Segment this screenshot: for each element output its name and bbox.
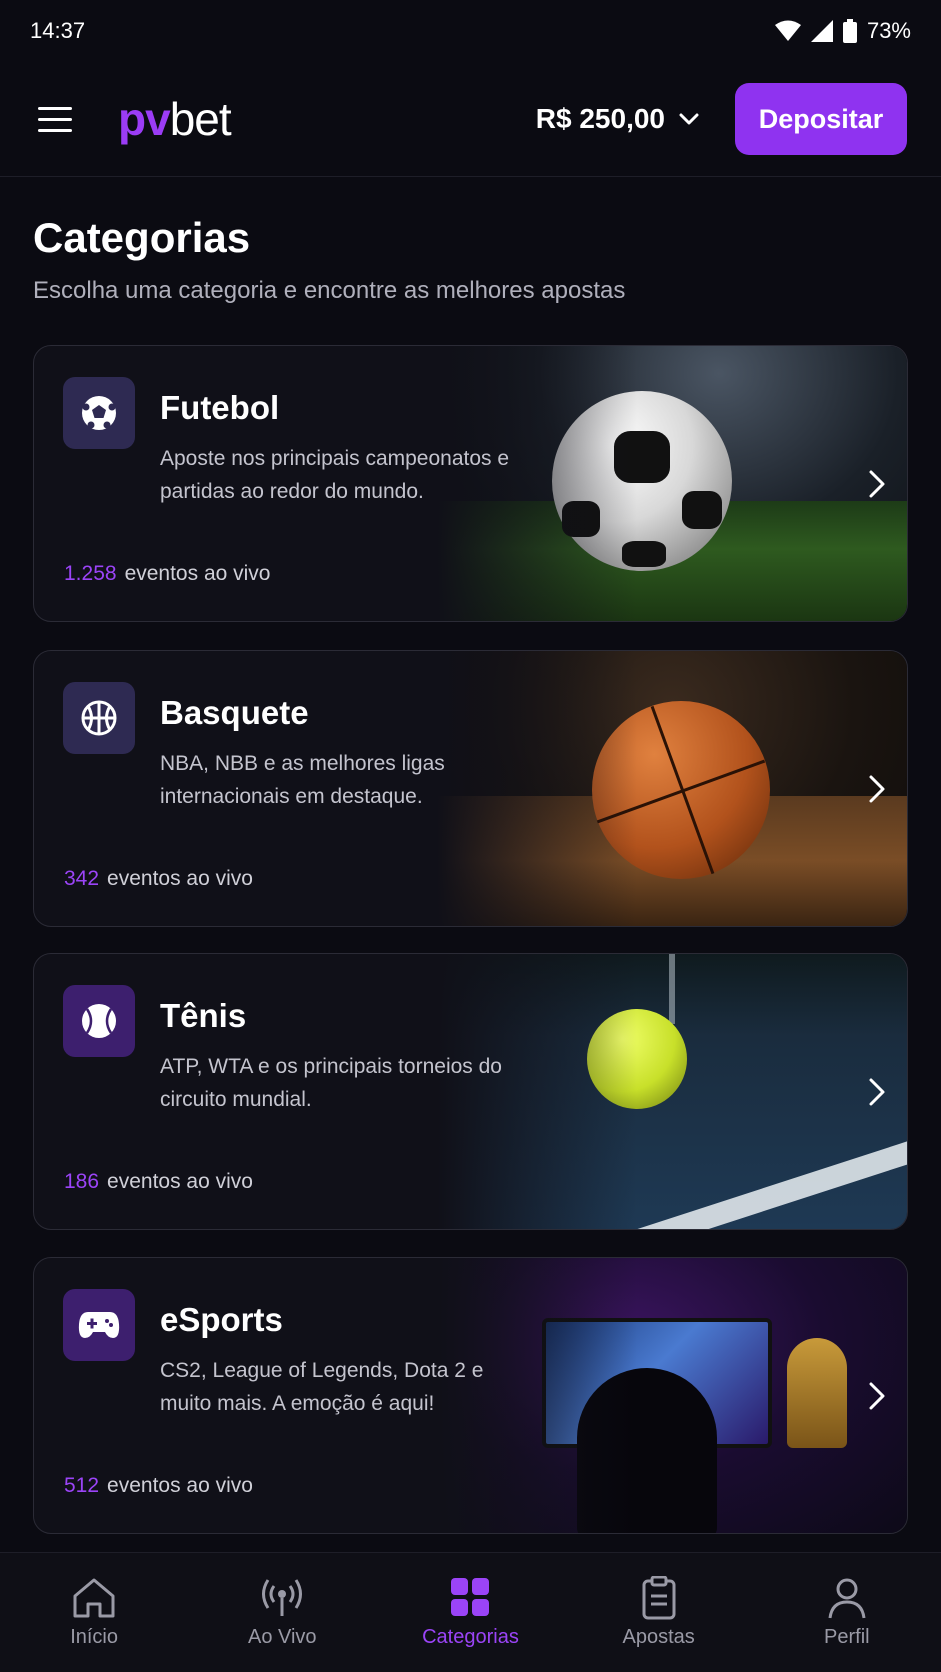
tennis-ball-icon — [63, 985, 135, 1057]
live-events-label: eventos ao vivo — [107, 867, 253, 890]
logo-bet: bet — [169, 93, 232, 145]
live-events-count: 186 eventos ao vivo — [64, 1170, 253, 1194]
clipboard-icon — [642, 1576, 676, 1620]
battery-percent: 73% — [866, 18, 911, 43]
category-description: Aposte nos principais campeonatos e part… — [160, 447, 510, 503]
status-time: 14:37 — [30, 18, 86, 43]
user-icon — [828, 1578, 866, 1619]
nav-label: Ao Vivo — [247, 1626, 317, 1648]
app-header: pv bet R$ 250,00 Depositar — [0, 62, 941, 177]
gamepad-icon — [63, 1289, 135, 1361]
menu-icon-bar — [38, 106, 72, 110]
menu-icon-bar — [38, 128, 72, 132]
nav-item-apostas[interactable]: Apostas — [584, 1576, 734, 1649]
bottom-nav: Início Ao Vivo Categorias Apostas Perfil — [0, 1552, 941, 1672]
live-events-number: 186 — [64, 1170, 100, 1193]
live-events-count: 342 eventos ao vivo — [64, 867, 253, 891]
category-title: Basquete — [160, 694, 309, 731]
balance-selector[interactable]: R$ 250,00 — [536, 103, 699, 135]
category-card-basquete[interactable]: Basquete NBA, NBB e as melhores ligas in… — [33, 650, 908, 927]
battery-icon — [842, 19, 857, 43]
category-description: ATP, WTA e os principais torneios do cir… — [160, 1055, 502, 1111]
live-events-label: eventos ao vivo — [124, 562, 271, 585]
category-description: CS2, League of Legends, Dota 2 e muito m… — [160, 1359, 484, 1415]
grid-icon — [451, 1578, 490, 1616]
live-events-number: 512 — [64, 1474, 100, 1497]
live-events-number: 1.258 — [64, 562, 117, 585]
live-events-count: 512 eventos ao vivo — [64, 1474, 253, 1498]
category-title: Futebol — [160, 389, 280, 426]
category-card-tenis[interactable]: Tênis ATP, WTA e os principais torneios … — [33, 953, 908, 1230]
status-bar: 14:37 73% — [0, 0, 941, 62]
live-events-label: eventos ao vivo — [107, 1170, 253, 1193]
deposit-button[interactable]: Depositar — [735, 83, 907, 155]
chevron-down-icon — [679, 113, 699, 125]
status-icons: 73% — [774, 18, 911, 44]
wifi-icon — [774, 20, 801, 41]
live-events-label: eventos ao vivo — [107, 1474, 253, 1497]
nav-label: Início — [70, 1626, 118, 1648]
chevron-right-icon — [869, 470, 885, 498]
chevron-right-icon — [869, 1382, 885, 1410]
live-events-number: 342 — [64, 867, 100, 890]
live-events-count: 1.258 eventos ao vivo — [64, 562, 271, 586]
nav-label: Perfil — [824, 1626, 870, 1648]
broadcast-icon — [262, 1579, 303, 1616]
nav-label: Categorias — [422, 1626, 519, 1648]
nav-item-perfil[interactable]: Perfil — [772, 1576, 922, 1649]
nav-item-inicio[interactable]: Início — [19, 1576, 169, 1649]
page-title: Categorias — [33, 214, 251, 261]
chevron-right-icon — [869, 775, 885, 803]
category-card-futebol[interactable]: Futebol Aposte nos principais campeonato… — [33, 345, 908, 622]
balance-amount: R$ 250,00 — [535, 103, 665, 134]
category-card-esports[interactable]: eSports CS2, League of Legends, Dota 2 e… — [33, 1257, 908, 1534]
logo[interactable]: pv bet — [118, 92, 232, 146]
logo-pv: pv — [118, 93, 171, 145]
page-subtitle: Escolha uma categoria e encontre as melh… — [33, 277, 626, 304]
nav-label: Apostas — [622, 1626, 695, 1648]
soccer-ball-icon — [63, 377, 135, 449]
nav-item-categorias[interactable]: Categorias — [395, 1576, 545, 1649]
chevron-right-icon — [869, 1078, 885, 1106]
category-description: NBA, NBB e as melhores ligas internacion… — [160, 752, 445, 808]
menu-button[interactable] — [38, 99, 78, 139]
nav-item-ao-vivo[interactable]: Ao Vivo — [207, 1576, 357, 1649]
signal-icon — [810, 20, 833, 42]
basketball-icon — [63, 682, 135, 754]
category-title: Tênis — [160, 997, 247, 1034]
menu-icon-bar — [38, 117, 72, 121]
home-icon — [73, 1578, 115, 1618]
category-title: eSports — [160, 1301, 283, 1338]
